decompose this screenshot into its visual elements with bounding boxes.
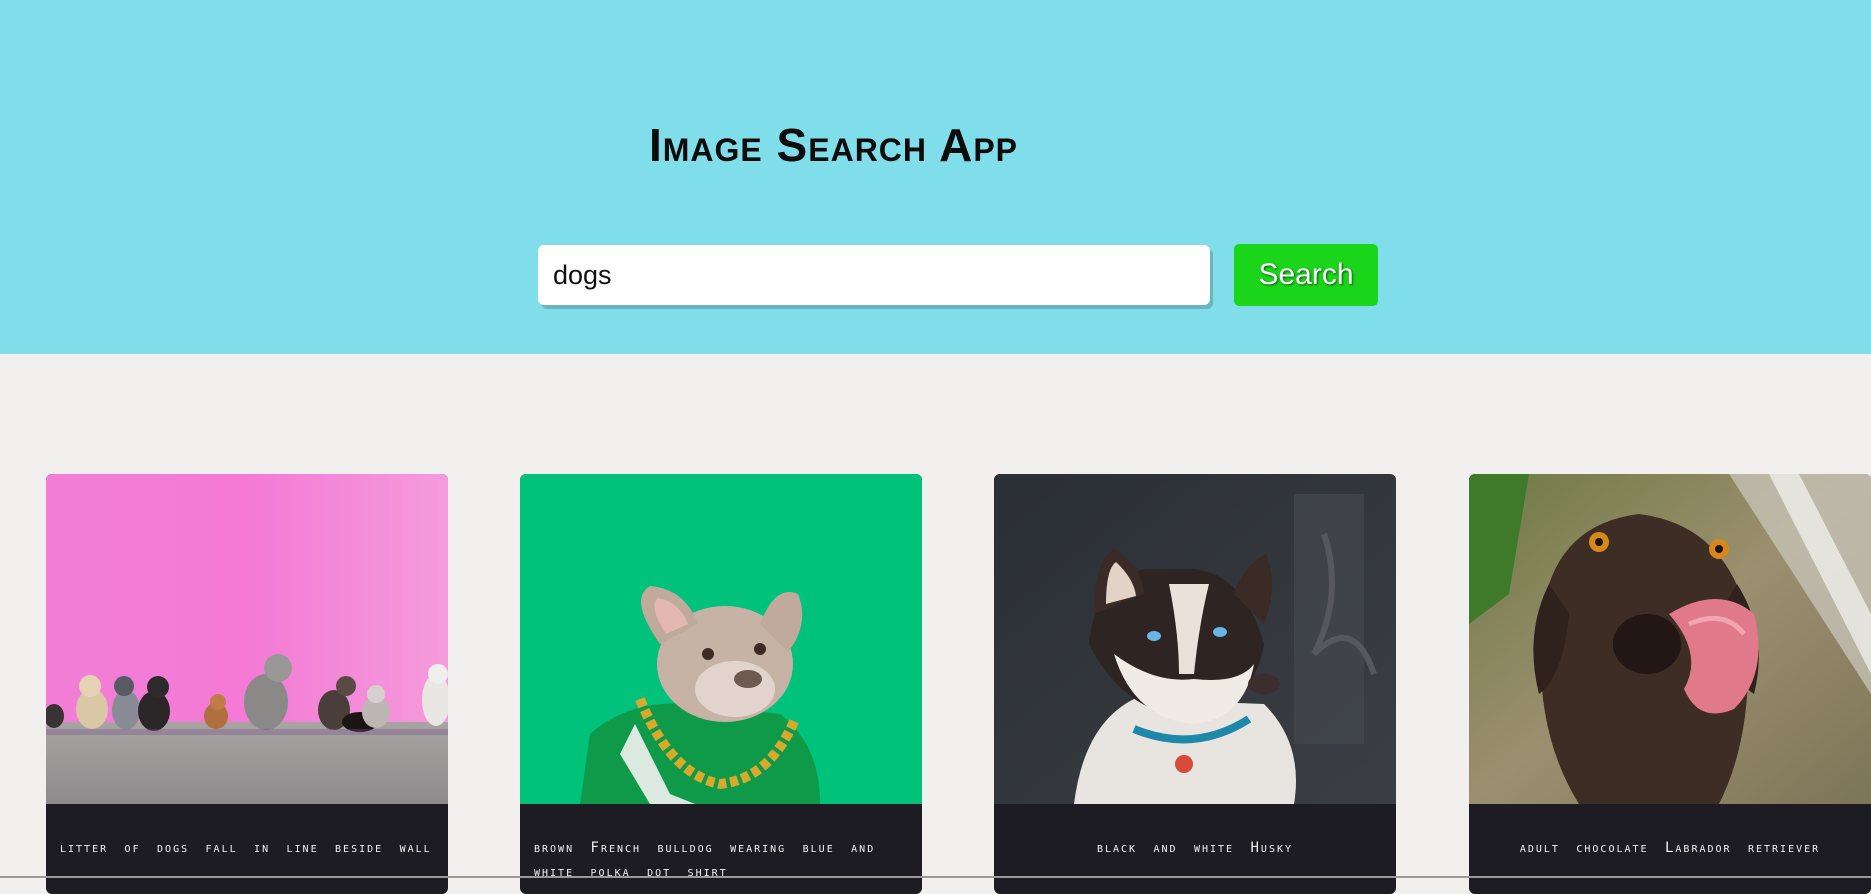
french-bulldog-green-background-photo bbox=[520, 474, 922, 804]
result-caption: black and white Husky bbox=[1096, 840, 1294, 856]
header: Image Search App Search bbox=[0, 0, 1871, 354]
result-card[interactable]: adult chocolate Labrador retriever bbox=[1469, 474, 1871, 894]
result-card[interactable]: black and white Husky bbox=[994, 474, 1396, 894]
chocolate-labrador-photo bbox=[1469, 474, 1871, 804]
result-caption: adult chocolate Labrador retriever bbox=[1519, 840, 1821, 856]
result-card[interactable]: brown French bulldog wearing blue and wh… bbox=[520, 474, 922, 894]
app-title: Image Search App bbox=[649, 119, 1019, 171]
result-caption: brown French bulldog wearing blue and wh… bbox=[534, 840, 876, 880]
search-input[interactable] bbox=[538, 245, 1210, 305]
result-card[interactable]: litter of dogs fall in line beside wall bbox=[46, 474, 448, 894]
husky-photo bbox=[994, 474, 1396, 804]
search-button[interactable]: Search bbox=[1234, 244, 1378, 306]
dogs-on-pink-wall-photo bbox=[46, 474, 448, 804]
result-caption: litter of dogs fall in line beside wall bbox=[60, 840, 432, 856]
